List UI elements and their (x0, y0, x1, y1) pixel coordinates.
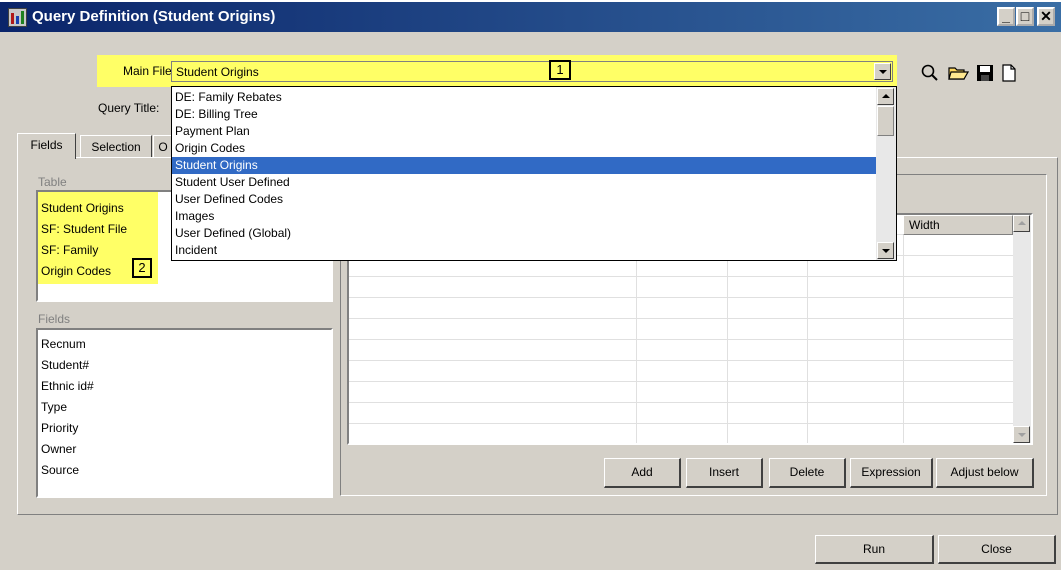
field-list-item[interactable]: Priority (38, 418, 94, 439)
dropdown-scroll-thumb[interactable] (877, 106, 894, 136)
grid-header-width-label: Width (909, 218, 940, 232)
dropdown-item[interactable]: User Defined Codes (172, 191, 876, 208)
chevron-down-icon (882, 249, 890, 253)
dropdown-item[interactable]: DE: Billing Tree (172, 106, 876, 123)
field-list-item[interactable]: Recnum (38, 334, 94, 355)
dropdown-scroll-up-button[interactable] (877, 88, 894, 105)
grid-scroll-down-button[interactable] (1013, 426, 1030, 443)
app-icon (8, 8, 27, 27)
close-window-button[interactable]: ✕ (1037, 7, 1055, 26)
save-icon[interactable] (975, 63, 995, 86)
tab-fields[interactable]: Fields (17, 133, 76, 159)
tab-selection[interactable]: Selection (80, 135, 152, 157)
table-list-item[interactable]: SF: Family (38, 240, 127, 261)
close-button[interactable]: Close (938, 535, 1056, 564)
fields-section-label: Fields (38, 312, 71, 326)
dropdown-item[interactable]: Incident (172, 242, 876, 259)
dropdown-item[interactable]: DE: Family Rebates (172, 89, 876, 106)
table-section-label: Table (38, 175, 67, 189)
window-title: Query Definition (Student Origins) (32, 8, 276, 25)
adjust-below-button[interactable]: Adjust below (936, 458, 1034, 488)
annotation-badge-2: 2 (132, 258, 152, 278)
dropdown-item[interactable]: User Defined (Global) (172, 225, 876, 242)
main-file-label: Main File: (123, 64, 176, 78)
main-file-combobox[interactable]: Student Origins (171, 61, 893, 82)
open-folder-icon[interactable] (947, 63, 970, 86)
chevron-down-icon (879, 70, 887, 74)
chevron-up-icon (1018, 221, 1026, 225)
query-title-label: Query Title: (98, 101, 160, 115)
main-file-dropdown-button[interactable] (874, 63, 891, 80)
expression-button[interactable]: Expression (850, 458, 933, 488)
grid-scrollbar[interactable] (1013, 215, 1031, 443)
field-list-item[interactable]: Source (38, 460, 94, 481)
grid-scroll-up-button[interactable] (1013, 215, 1030, 232)
dropdown-item-selected[interactable]: Student Origins (172, 157, 876, 174)
field-list-item[interactable]: Student# (38, 355, 94, 376)
chevron-down-icon (1018, 433, 1026, 437)
dropdown-item[interactable]: Payment Plan (172, 123, 876, 140)
grid-header-width[interactable]: Width (903, 215, 1013, 235)
annotation-badge-1: 1 (549, 60, 571, 80)
tab-other-label: O (158, 140, 168, 154)
search-icon[interactable] (920, 63, 940, 86)
insert-button[interactable]: Insert (686, 458, 763, 488)
dropdown-item[interactable]: Images (172, 208, 876, 225)
dropdown-item[interactable]: Student User Defined (172, 174, 876, 191)
main-file-dropdown-list[interactable]: DE: Family Rebates DE: Billing Tree Paym… (171, 86, 897, 261)
tab-selection-label: Selection (91, 140, 141, 154)
dropdown-scrollbar[interactable] (876, 87, 896, 260)
main-file-value: Student Origins (176, 65, 259, 79)
dropdown-items: DE: Family Rebates DE: Billing Tree Paym… (172, 89, 876, 259)
field-list-item[interactable]: Owner (38, 439, 94, 460)
field-list-item[interactable]: Type (38, 397, 94, 418)
delete-button[interactable]: Delete (769, 458, 846, 488)
title-bar[interactable]: Query Definition (Student Origins) _ □ ✕ (0, 0, 1061, 32)
run-button[interactable]: Run (815, 535, 934, 564)
dropdown-item[interactable]: Origin Codes (172, 140, 876, 157)
maximize-button[interactable]: □ (1016, 7, 1034, 26)
minimize-button[interactable]: _ (997, 7, 1015, 26)
add-button[interactable]: Add (604, 458, 681, 488)
field-list-item[interactable]: Ethnic id# (38, 376, 94, 397)
dropdown-scroll-down-button[interactable] (877, 242, 894, 259)
tab-other[interactable]: O (153, 135, 173, 157)
chevron-up-icon (882, 94, 890, 98)
fields-list[interactable]: Recnum Student# Ethnic id# Type Priority… (36, 328, 333, 498)
table-list-item[interactable]: SF: Student File (38, 219, 127, 240)
table-list-item[interactable]: Origin Codes (38, 261, 127, 282)
table-list-item[interactable]: Student Origins (38, 198, 127, 219)
new-document-icon[interactable] (1000, 63, 1018, 86)
tab-fields-label: Fields (30, 138, 63, 152)
